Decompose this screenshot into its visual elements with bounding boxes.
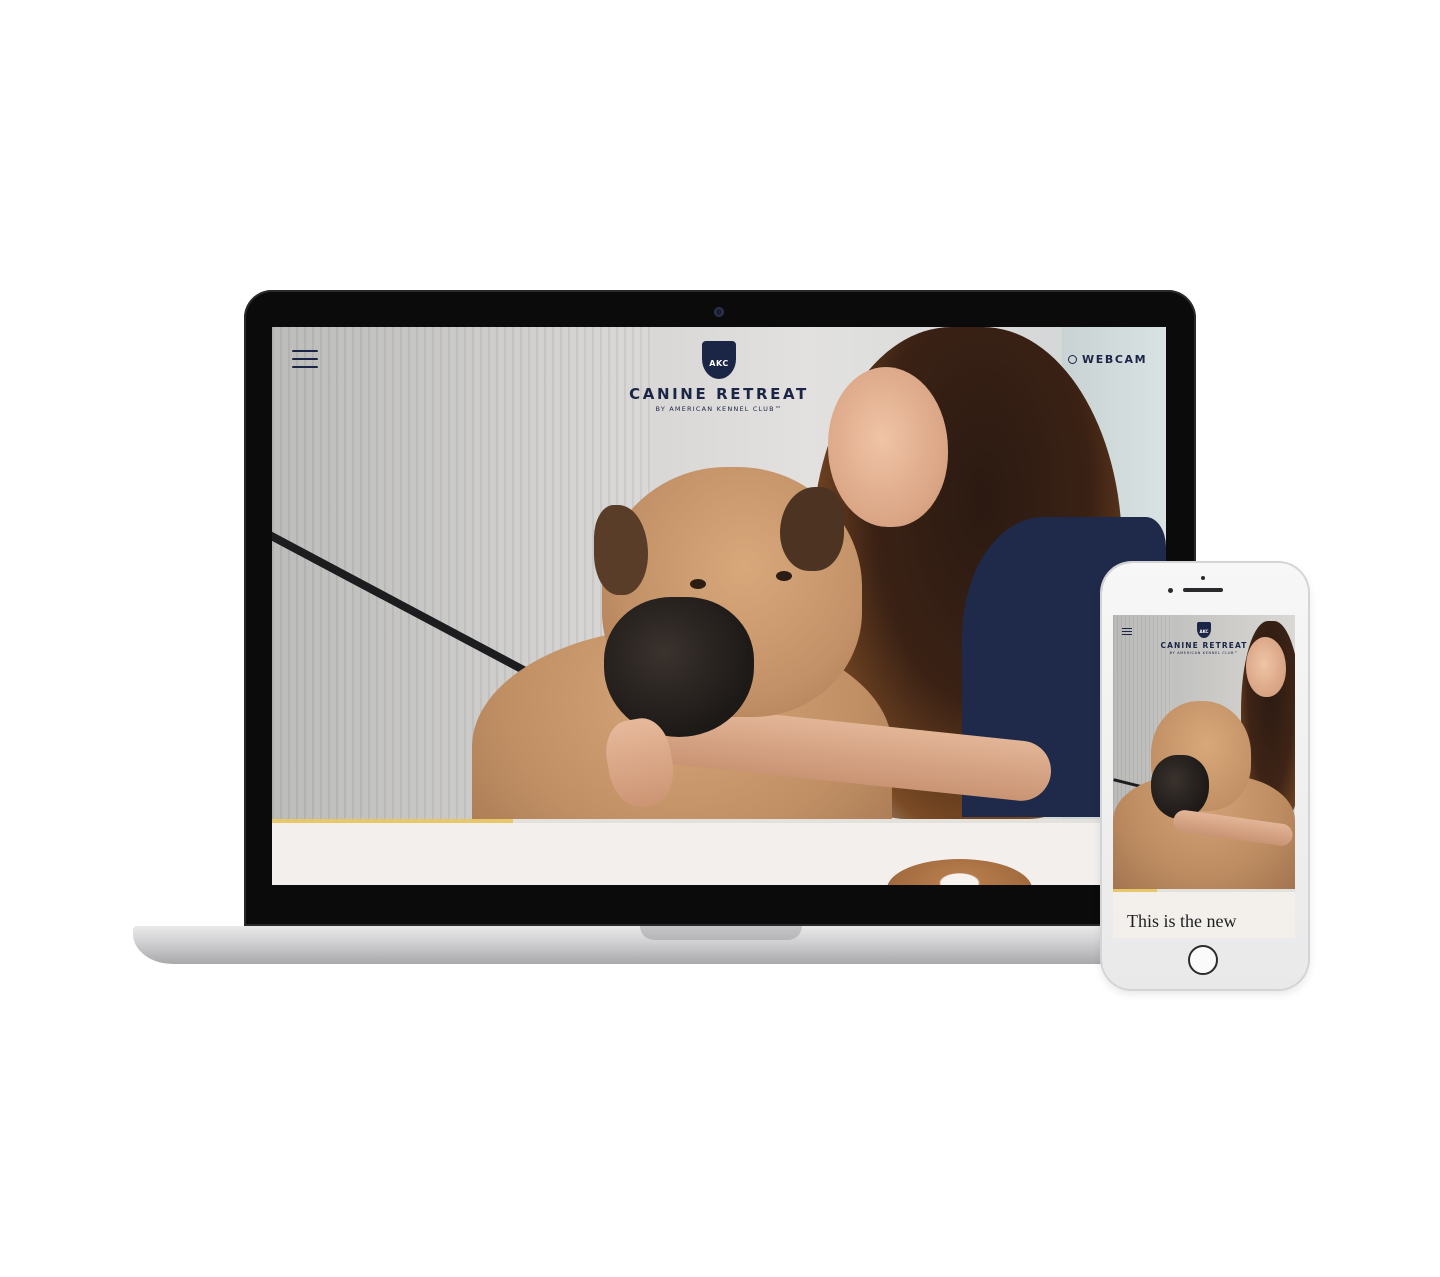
webcam-icon <box>1068 354 1077 365</box>
device-mockup-stage: AKC CANINE RETREAT BY AMERICAN KENNEL CL… <box>0 0 1440 1277</box>
laptop-notch <box>640 926 802 940</box>
brand-subtitle: BY AMERICAN KENNEL CLUB™ <box>655 405 783 413</box>
akc-shield-icon: AKC <box>702 341 736 379</box>
mobile-brand-subtitle: BY AMERICAN KENNEL CLUB™ <box>1169 651 1239 655</box>
brand-name: CANINE RETREAT <box>629 385 809 403</box>
hamburger-menu-icon[interactable] <box>292 350 318 368</box>
mobile-akc-shield-icon: AKC <box>1197 622 1211 638</box>
mobile-hamburger-menu-icon[interactable] <box>1122 628 1132 635</box>
mobile-brand-logo[interactable]: AKC CANINE RETREAT BY AMERICAN KENNEL CL… <box>1154 622 1254 655</box>
mobile-shield-text: AKC <box>1199 629 1209 634</box>
phone-sensor <box>1201 576 1205 580</box>
phone-home-button[interactable] <box>1188 945 1218 975</box>
mobile-brand-name: CANINE RETREAT <box>1160 641 1248 650</box>
laptop-camera <box>714 307 724 317</box>
hero-dog-muzzle <box>604 597 754 737</box>
mobile-hero-dog-muzzle <box>1151 755 1209 819</box>
webcam-link[interactable]: WEBCAM <box>1068 353 1147 366</box>
site-header: AKC CANINE RETREAT BY AMERICAN KENNEL CL… <box>272 327 1166 427</box>
hero-dog-ear-right <box>780 487 844 571</box>
content-section <box>272 823 1166 885</box>
hero-dog-eye-left <box>690 579 706 589</box>
phone-screen: AKC CANINE RETREAT BY AMERICAN KENNEL CL… <box>1113 615 1295 938</box>
shield-text: AKC <box>709 359 729 368</box>
webcam-label: WEBCAM <box>1082 353 1148 366</box>
phone-camera <box>1168 588 1173 593</box>
dog-image-peek <box>887 859 1032 885</box>
phone-speaker <box>1183 588 1223 592</box>
laptop-screen: AKC CANINE RETREAT BY AMERICAN KENNEL CL… <box>272 327 1166 885</box>
mobile-headline: This is the new <box>1127 911 1237 931</box>
brand-logo[interactable]: AKC CANINE RETREAT BY AMERICAN KENNEL CL… <box>629 341 809 413</box>
hero-dog-eye-right <box>776 571 792 581</box>
mobile-content-section: This is the new <box>1113 892 1295 938</box>
mobile-hero-image <box>1113 615 1295 889</box>
